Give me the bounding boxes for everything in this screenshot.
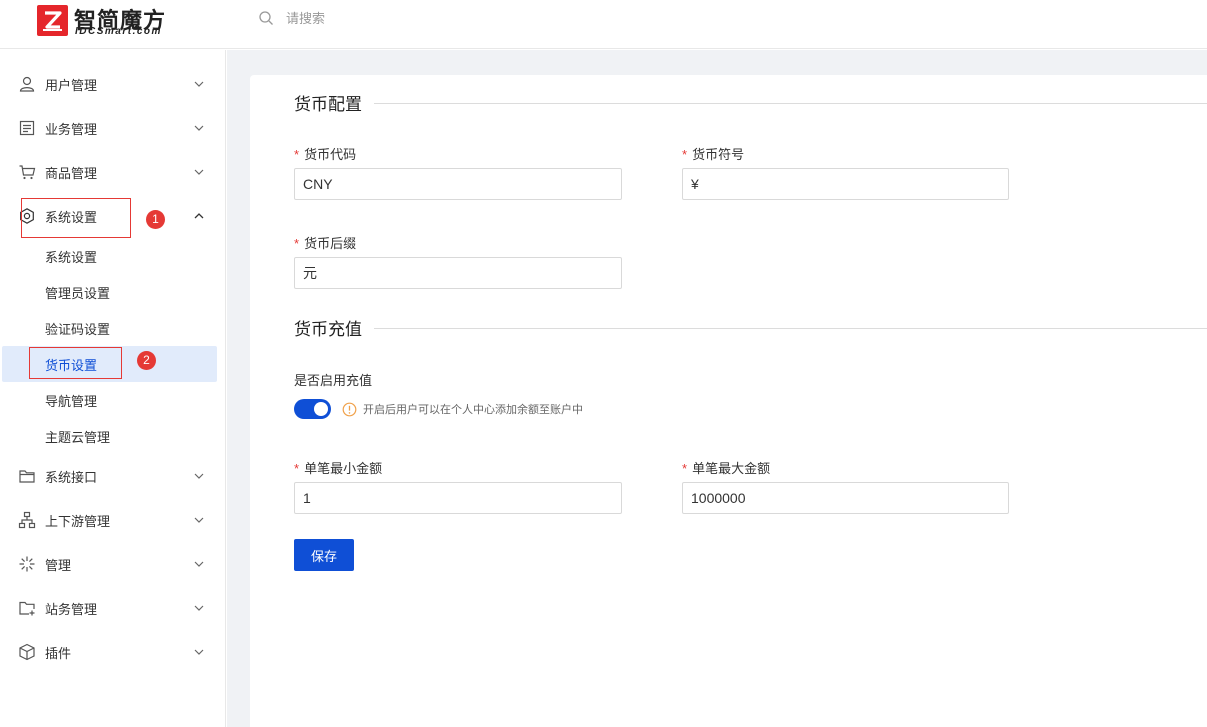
search-icon[interactable] [258,10,274,26]
logo-mark-icon [37,5,68,36]
sidebar-item-label: 管理 [45,557,72,573]
currency-symbol-label: * 货币符号 [682,147,745,162]
currency-suffix-input[interactable] [294,257,622,289]
currency-symbol-input[interactable] [682,168,1009,200]
logo-subtitle: IDCSmart.com [75,26,162,37]
save-button[interactable]: 保存 [294,539,354,571]
recharge-toggle[interactable] [294,399,331,419]
sidebar-item-label: 站务管理 [45,601,98,617]
sidebar-item-plugins[interactable]: 插件 [0,630,226,674]
sidebar-subitem-admin-settings[interactable]: 管理员设置 [0,274,226,310]
warning-icon [342,402,357,416]
chevron-down-icon [194,473,204,479]
required-mark: * [682,461,688,476]
sidebar-subitem-theme-cloud-management[interactable]: 主题云管理 [0,418,226,454]
sidebar-subitem-captcha-settings[interactable]: 验证码设置 [0,310,226,346]
folder-add-icon [19,601,35,616]
required-mark: * [294,236,300,251]
currency-suffix-label: * 货币后缀 [294,236,357,251]
user-icon [19,76,35,92]
required-mark: * [294,461,300,476]
chevron-down-icon [194,605,204,611]
currency-code-label: * 货币代码 [294,147,357,162]
required-mark: * [682,147,688,162]
settings-icon [20,208,34,224]
chevron-down-icon [194,561,204,567]
section-divider [294,328,1207,329]
sidebar-item-business-management[interactable]: 业务管理 [0,106,226,150]
section-title-currency-config: 货币配置 [294,90,374,115]
sidebar-subitem-label: 验证码设置 [45,321,111,337]
chevron-down-icon [194,81,204,87]
sidebar-item-user-management[interactable]: 用户管理 [0,62,226,106]
sidebar-subitem-label: 系统设置 [45,249,98,265]
annotation-badge-1: 1 [146,210,165,229]
annotation-badge-2: 2 [137,351,156,370]
sidebar-subitem-label: 导航管理 [45,393,98,409]
sidebar-subitem-label: 主题云管理 [45,429,111,445]
toggle-knob [314,402,328,416]
hierarchy-icon [18,511,36,529]
sidebar-item-label: 上下游管理 [45,513,111,529]
document-icon [19,120,35,136]
logo[interactable]: 智简魔方 IDCSmart.com [37,4,187,38]
max-amount-input[interactable] [682,482,1009,514]
sidebar-subitem-label: 管理员设置 [45,285,111,301]
section-title-currency-recharge: 货币充值 [294,315,374,340]
sidebar-item-site-management[interactable]: 站务管理 [0,586,226,630]
min-amount-label: * 单笔最小金额 [294,461,383,476]
sidebar-item-upstream-downstream[interactable]: 上下游管理 [0,498,226,542]
sidebar-item-label: 系统设置 [45,209,98,225]
sidebar-item-system-interface[interactable]: 系统接口 [0,454,226,498]
chevron-up-icon [194,213,204,219]
max-amount-label: * 单笔最大金额 [682,461,771,476]
top-header: 智简魔方 IDCSmart.com [0,0,1207,49]
sidebar-item-label: 插件 [45,645,72,661]
chevron-down-icon [194,517,204,523]
chevron-down-icon [194,649,204,655]
section-divider [294,103,1207,104]
sidebar-item-product-management[interactable]: 商品管理 [0,150,226,194]
search-input[interactable] [286,10,486,26]
cart-icon [19,165,36,180]
min-amount-input[interactable] [294,482,622,514]
sidebar-item-label: 商品管理 [45,165,98,181]
sidebar-item-label: 业务管理 [45,121,98,137]
sidebar-subitem-label: 货币设置 [45,357,98,373]
search-bar [258,8,486,28]
sidebar-subitem-currency-settings[interactable]: 货币设置 [2,346,217,382]
recharge-enable-label: 是否启用充值 [294,373,373,388]
required-mark: * [294,147,300,162]
recharge-tip-text: 开启后用户可以在个人中心添加余额至账户中 [363,404,583,416]
currency-code-input[interactable] [294,168,622,200]
cube-icon [19,643,35,661]
folder-icon [19,470,35,483]
recharge-tip: 开启后用户可以在个人中心添加余额至账户中 [342,401,583,417]
sidebar-item-management[interactable]: 管理 [0,542,226,586]
sidebar-item-label: 用户管理 [45,77,98,93]
sidebar-item-system-settings[interactable]: 系统设置 [0,194,226,238]
sidebar-subitem-system-settings[interactable]: 系统设置 [0,238,226,274]
sidebar-subitem-navigation-management[interactable]: 导航管理 [0,382,226,418]
sparkle-icon [19,556,35,572]
chevron-down-icon [194,169,204,175]
chevron-down-icon [194,125,204,131]
sidebar-item-label: 系统接口 [45,469,98,485]
